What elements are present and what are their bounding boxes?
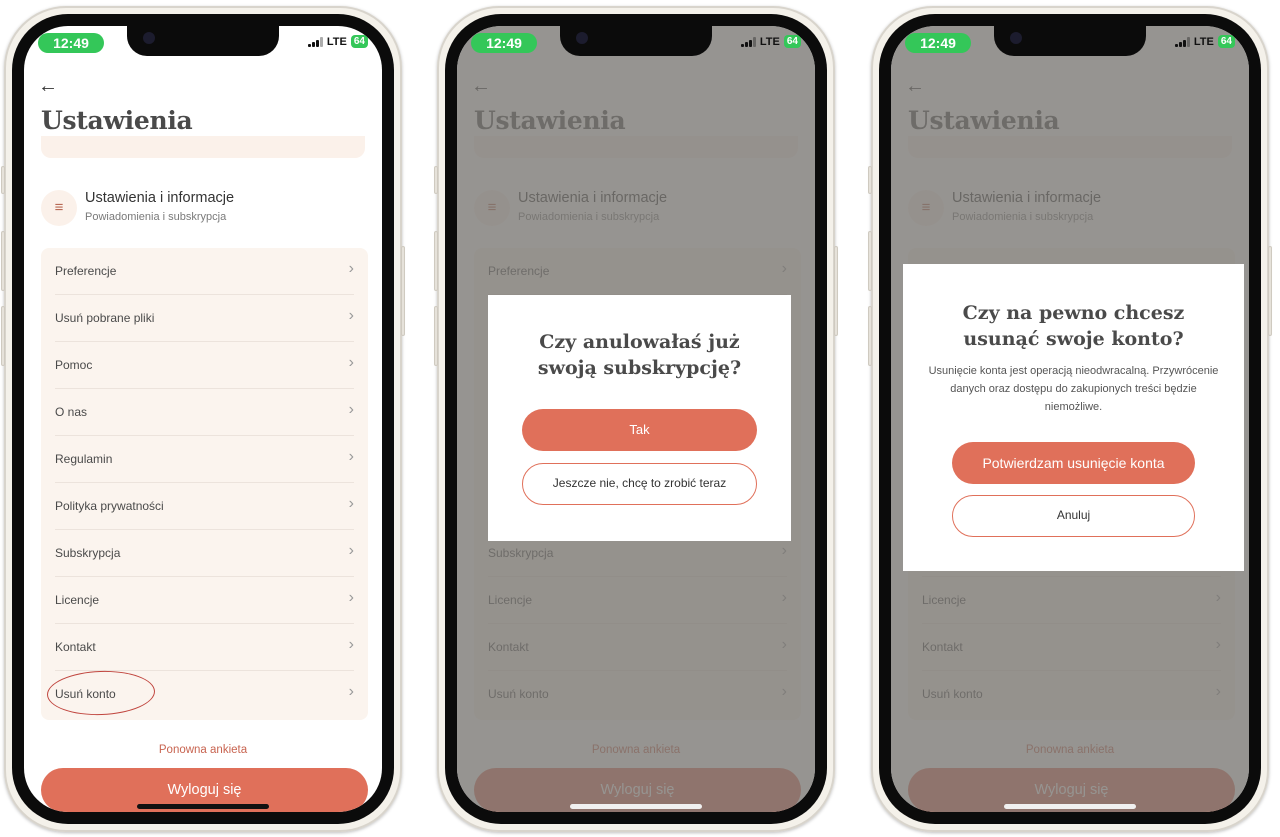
- home-indicator: [570, 804, 702, 809]
- page-title: Ustawienia: [41, 106, 193, 135]
- menu-item-help[interactable]: Pomoc ›: [55, 342, 354, 389]
- confirm-delete-button[interactable]: Potwierdzam usunięcie konta: [952, 442, 1195, 484]
- signal-icon: [1174, 36, 1190, 47]
- settings-menu: Preferencje› Usuń pobrane pliki› Pomoc› …: [41, 248, 368, 720]
- notch: [994, 26, 1146, 56]
- notch: [127, 26, 279, 56]
- sliders-icon: ≡: [41, 190, 77, 226]
- chevron-right-icon: ›: [348, 683, 354, 700]
- network-label: LTE: [326, 35, 347, 48]
- menu-item-label: Usuń pobrane pliki: [55, 311, 155, 325]
- settings-card-title: Ustawienia i informacje: [85, 190, 235, 206]
- network-label: LTE: [759, 35, 780, 48]
- battery-icon: 64: [783, 35, 801, 48]
- menu-item-licenses[interactable]: Licencje ›: [55, 577, 354, 624]
- menu-item-preferences[interactable]: Preferencje ›: [55, 248, 354, 295]
- cancel-button[interactable]: Anuluj: [952, 495, 1195, 537]
- chevron-right-icon: ›: [348, 589, 354, 606]
- menu-item-contact[interactable]: Kontakt ›: [55, 624, 354, 671]
- menu-item-label: Preferencje: [55, 264, 117, 278]
- menu-item-privacy[interactable]: Polityka prywatności ›: [55, 483, 354, 530]
- menu-item-label: Subskrypcja: [55, 546, 121, 560]
- home-indicator: [1004, 804, 1136, 809]
- menu-item-label: Pomoc: [55, 358, 93, 372]
- phone-cancel-subscription-dialog: 12:49 LTE 64 ← Ustawienia ≡ Ustawienia i…: [434, 6, 838, 832]
- chevron-right-icon: ›: [348, 542, 354, 559]
- delete-account-dialog: Czy na pewno chcesz usunąć swoje konto? …: [903, 264, 1244, 571]
- chevron-right-icon: ›: [348, 354, 354, 371]
- signal-icon: [740, 36, 756, 47]
- chevron-right-icon: ›: [348, 495, 354, 512]
- phone-settings: 12:49 LTE 64 ← Ustawienia ≡ Ustawienia i…: [1, 6, 405, 832]
- chevron-right-icon: ›: [348, 260, 354, 277]
- dialog-question: Czy anulowałaś już swoją subskrypcję?: [537, 331, 742, 379]
- chevron-right-icon: ›: [348, 636, 354, 653]
- home-indicator: [137, 804, 269, 809]
- menu-item-label: Licencje: [55, 593, 100, 607]
- status-time: 12:49: [471, 33, 537, 53]
- screen: 12:49 LTE 64 ← Ustawienia ≡ Ustawienia i…: [891, 26, 1249, 812]
- menu-item-label: Usuń konto: [55, 687, 116, 701]
- status-time: 12:49: [905, 33, 971, 53]
- cancel-subscription-dialog: Czy anulowałaś już swoją subskrypcję? Ta…: [488, 295, 791, 541]
- menu-item-about[interactable]: O nas ›: [55, 389, 354, 436]
- menu-item-label: O nas: [55, 405, 88, 419]
- menu-item-label: Regulamin: [55, 452, 113, 466]
- not-yet-button[interactable]: Jeszcze nie, chcę to zrobić teraz: [522, 463, 757, 505]
- card-edge: [41, 136, 365, 158]
- menu-item-label: Polityka prywatności: [55, 499, 164, 513]
- settings-info-card[interactable]: ≡ Ustawienia i informacje Powiadomienia …: [41, 188, 365, 228]
- battery-icon: 64: [350, 35, 368, 48]
- screen: 12:49 LTE 64 ← Ustawienia ≡ Ustawienia i…: [457, 26, 815, 812]
- menu-item-subscription[interactable]: Subskrypcja ›: [55, 530, 354, 577]
- chevron-right-icon: ›: [348, 448, 354, 465]
- menu-item-terms[interactable]: Regulamin ›: [55, 436, 354, 483]
- status-time: 12:49: [38, 33, 104, 53]
- phone-delete-account-dialog: 12:49 LTE 64 ← Ustawienia ≡ Ustawienia i…: [868, 6, 1272, 832]
- dialog-question: Czy na pewno chcesz usunąć swoje konto?: [962, 302, 1185, 350]
- dialog-description: Usunięcie konta jest operacją nieodwraca…: [928, 365, 1219, 413]
- back-arrow-icon[interactable]: ←: [38, 76, 58, 96]
- notch: [560, 26, 712, 56]
- screen: 12:49 LTE 64 ← Ustawienia ≡ Ustawienia i…: [24, 26, 382, 812]
- retake-survey-link[interactable]: Ponowna ankieta: [24, 744, 382, 756]
- yes-button[interactable]: Tak: [522, 409, 757, 451]
- battery-icon: 64: [1217, 35, 1235, 48]
- settings-card-subtitle: Powiadomienia i subskrypcja: [85, 211, 227, 223]
- menu-item-delete-account[interactable]: Usuń konto ›: [46, 669, 354, 718]
- signal-icon: [307, 36, 323, 47]
- chevron-right-icon: ›: [348, 401, 354, 418]
- menu-item-delete-downloads[interactable]: Usuń pobrane pliki ›: [55, 295, 354, 342]
- menu-item-label: Kontakt: [55, 640, 96, 654]
- chevron-right-icon: ›: [348, 307, 354, 324]
- network-label: LTE: [1193, 35, 1214, 48]
